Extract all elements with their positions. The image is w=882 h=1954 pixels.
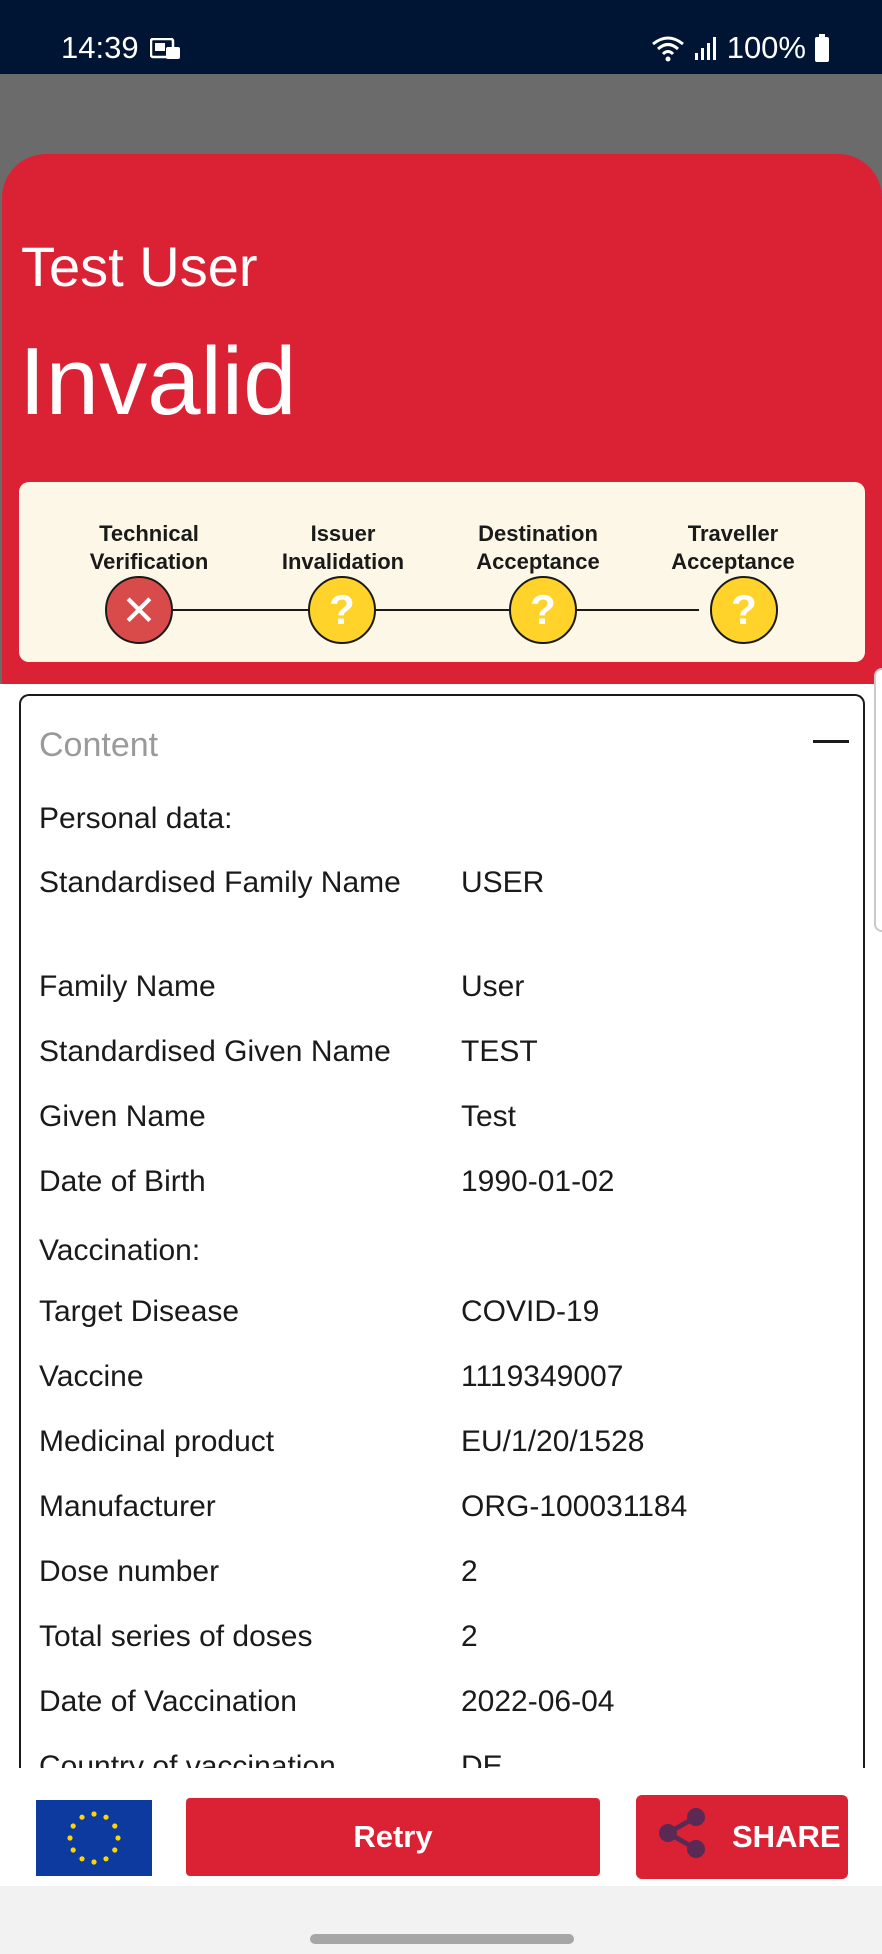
content-sheet: Content Personal data: Standardised Fami…	[0, 684, 882, 1954]
wifi-icon	[651, 34, 685, 62]
step-destination-unknown-icon[interactable]: ?	[509, 576, 577, 644]
field-label: Standardised Family Name	[39, 866, 401, 899]
collapse-button[interactable]	[793, 716, 863, 766]
step-label-destination: Destination Acceptance	[476, 521, 600, 574]
field-value: Test	[461, 1100, 517, 1133]
field-label: Target Disease	[39, 1295, 240, 1328]
step-issuer-unknown-icon[interactable]: ?	[308, 576, 376, 644]
field-value: TEST	[461, 1035, 538, 1068]
step-technical-failed-icon[interactable]: ✕	[105, 576, 173, 644]
sim-card-icon	[149, 37, 182, 60]
share-label: SHARE	[732, 1819, 841, 1854]
field-value: EU/1/20/1528	[461, 1425, 645, 1458]
content-header: Content	[39, 726, 159, 764]
home-indicator[interactable]	[310, 1934, 574, 1944]
share-button[interactable]: SHARE	[636, 1795, 848, 1879]
validity-status: Invalid	[19, 328, 297, 435]
battery-percentage: 100%	[726, 30, 806, 65]
field-label: Family Name	[39, 970, 216, 1003]
field-value: COVID-19	[461, 1295, 600, 1328]
step-label-technical: Technical Verification	[89, 521, 209, 574]
field-label: Date of Vaccination	[39, 1685, 297, 1718]
field-value: User	[461, 970, 525, 1003]
step-label-traveller: Traveller Acceptance	[671, 521, 795, 574]
field-label: Dose number	[39, 1555, 220, 1588]
status-time: 14:39	[61, 30, 139, 65]
field-value: ORG-100031184	[461, 1490, 688, 1523]
owner-name: Test User	[21, 235, 258, 298]
status-bar: 14:39 100%	[0, 0, 882, 74]
field-label: Date of Birth	[39, 1165, 206, 1198]
field-value: 1990-01-02	[461, 1165, 615, 1198]
share-icon	[654, 1805, 710, 1869]
field-label: Medicinal product	[39, 1425, 275, 1458]
step-connector	[139, 609, 699, 611]
minus-icon	[813, 740, 849, 743]
bottom-action-bar: Retry SHARE	[0, 1768, 882, 1886]
retry-button[interactable]: Retry	[186, 1798, 600, 1876]
signal-icon	[693, 35, 719, 61]
field-label: Manufacturer	[39, 1490, 216, 1523]
personal-section-label: Personal data:	[39, 802, 233, 835]
side-drawer-handle[interactable]	[874, 668, 882, 932]
step-traveller-unknown-icon[interactable]: ?	[710, 576, 778, 644]
step-label-issuer: Issuer Invalidation	[281, 521, 405, 574]
status-icons: 100%	[651, 30, 830, 66]
field-label: Vaccine	[39, 1360, 144, 1393]
content-card: Content Personal data: Standardised Fami…	[19, 694, 865, 1814]
field-label: Total series of doses	[39, 1620, 313, 1653]
navigation-bar	[0, 1886, 882, 1954]
vaccination-section-label: Vaccination:	[39, 1234, 201, 1267]
field-value: 2	[461, 1620, 478, 1653]
verification-steps: Technical Verification Issuer Invalidati…	[19, 482, 865, 662]
eu-flag-icon	[36, 1800, 152, 1876]
field-label: Standardised Given Name	[39, 1035, 391, 1068]
field-value: USER	[461, 866, 545, 899]
field-value: 2022-06-04	[461, 1685, 615, 1718]
battery-icon	[814, 34, 830, 62]
field-value: 2	[461, 1555, 478, 1588]
field-value: 1119349007	[461, 1360, 624, 1393]
field-label: Given Name	[39, 1100, 206, 1133]
